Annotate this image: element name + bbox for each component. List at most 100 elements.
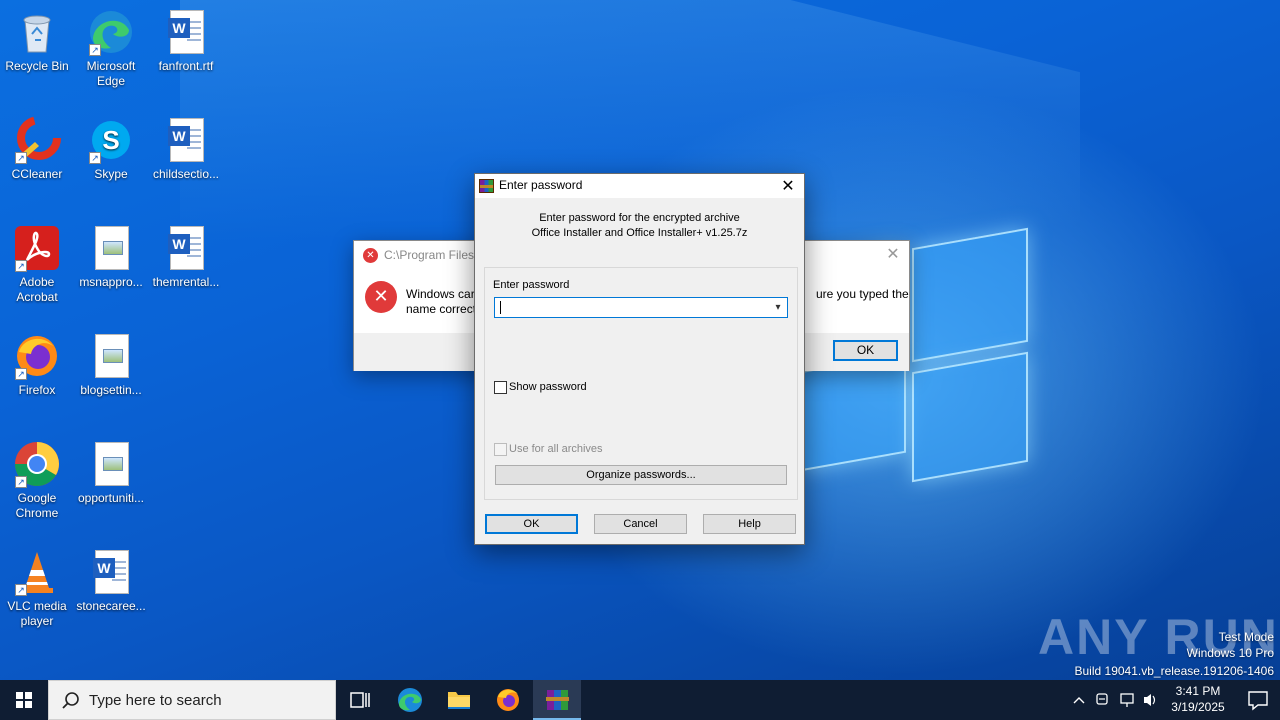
password-help-button[interactable]: Help <box>703 514 796 534</box>
taskbar-file-explorer[interactable] <box>435 680 483 720</box>
ccleaner-icon: ↗ <box>13 116 61 164</box>
desktop-icon-childsection[interactable]: W childsectio... <box>148 116 224 182</box>
image-file-icon <box>87 440 135 488</box>
desktop-icon-ccleaner[interactable]: ↗ CCleaner <box>0 116 75 182</box>
stonecareer-label: stonecaree... <box>76 599 146 613</box>
word-document-icon: W <box>87 548 135 596</box>
desktop-icon-blogsetting[interactable]: blogsettin... <box>73 332 149 398</box>
clock-date: 3/19/2025 <box>1171 700 1225 714</box>
archive-info: Enter password for the encrypted archive… <box>475 211 804 241</box>
chevron-up-icon[interactable] <box>1073 697 1085 704</box>
password-input[interactable]: ▾ <box>494 297 788 318</box>
error-message-right: ure you typed the <box>816 287 909 301</box>
network-icon[interactable] <box>1120 693 1134 707</box>
vlc-label: VLC media player <box>7 599 67 628</box>
clock-time: 3:41 PM <box>1175 684 1221 698</box>
taskbar-clock[interactable]: 3:41 PM 3/19/2025 <box>1160 683 1236 715</box>
error-dialog-close-icon[interactable]: ✕ <box>885 245 901 263</box>
archive-info-line1: Enter password for the encrypted archive <box>539 212 740 224</box>
password-dialog-titlebar[interactable]: Enter password ✕ <box>475 174 804 198</box>
build-text: Build 19041.vb_release.191206-1406 <box>1074 664 1275 678</box>
error-large-icon: ✕ <box>365 281 397 313</box>
start-button[interactable] <box>0 680 48 720</box>
winrar-icon <box>546 690 569 710</box>
word-document-icon: W <box>162 8 210 56</box>
google-chrome-label: Google Chrome <box>15 491 59 520</box>
desktop-icon-skype[interactable]: S ↗ Skype <box>73 116 149 182</box>
error-dialog-title: C:\Program Files <box>384 248 475 262</box>
chevron-down-icon[interactable]: ▾ <box>772 301 784 314</box>
skype-icon: S ↗ <box>87 116 135 164</box>
word-document-icon: W <box>162 224 210 272</box>
image-file-icon <box>87 224 135 272</box>
windows-edition-text: Windows 10 Pro <box>1186 646 1274 660</box>
password-dialog-close-icon[interactable]: ✕ <box>778 175 798 197</box>
opportunity-label: opportuniti... <box>77 491 145 505</box>
winrar-icon <box>479 179 494 193</box>
password-label: Enter password <box>493 279 570 291</box>
system-tray <box>1066 680 1160 720</box>
error-ok-button[interactable]: OK <box>833 340 898 361</box>
desktop-icon-recycle-bin[interactable]: Recycle Bin <box>0 8 75 74</box>
search-icon <box>62 692 79 709</box>
svg-text:S: S <box>102 125 119 155</box>
desktop-icon-google-chrome[interactable]: ↗ Google Chrome <box>0 440 75 521</box>
msnapp-label: msnappro... <box>79 275 143 289</box>
task-view-icon <box>350 692 370 708</box>
desktop-icon-edge[interactable]: ↗ Microsoft Edge <box>73 8 149 89</box>
taskbar: Type here to search 3:41 PM 3/19/2025 <box>0 680 1280 720</box>
password-cancel-button[interactable]: Cancel <box>594 514 687 534</box>
desktop: Recycle Bin ↗ CCleaner ↗ Adobe Acrobat ↗… <box>0 0 1280 680</box>
fanfront-label: fanfront.rtf <box>158 59 214 73</box>
desktop-icon-themrental[interactable]: W themrental... <box>148 224 224 290</box>
search-placeholder: Type here to search <box>89 692 222 709</box>
error-message-line2: name correct <box>406 302 477 316</box>
recycle-bin-icon <box>13 8 61 56</box>
ccleaner-label: CCleaner <box>11 167 63 181</box>
taskbar-firefox[interactable] <box>484 680 532 720</box>
organize-passwords-button[interactable]: Organize passwords... <box>495 465 787 485</box>
edge-label: Microsoft Edge <box>86 59 136 88</box>
meet-now-icon[interactable] <box>1096 693 1108 705</box>
desktop-icon-stonecareer[interactable]: W stonecaree... <box>73 548 149 614</box>
password-group: Enter password ▾ Show password Use for a… <box>484 267 798 500</box>
microsoft-edge-icon <box>398 688 422 712</box>
action-center-button[interactable] <box>1236 680 1280 720</box>
recycle-bin-label: Recycle Bin <box>5 59 69 73</box>
google-chrome-icon: ↗ <box>13 440 61 488</box>
blogsetting-label: blogsettin... <box>80 383 142 397</box>
firefox-icon <box>497 689 519 711</box>
use-for-all-archives-checkbox[interactable] <box>494 443 507 456</box>
adobe-acrobat-icon: ↗ <box>13 224 61 272</box>
word-document-icon: W <box>162 116 210 164</box>
desktop-icon-opportunity[interactable]: opportuniti... <box>73 440 149 506</box>
desktop-icon-fanfront[interactable]: W fanfront.rtf <box>148 8 224 74</box>
taskbar-winrar[interactable] <box>533 680 581 720</box>
childsection-label: childsectio... <box>152 167 220 181</box>
image-file-icon <box>87 332 135 380</box>
task-view-button[interactable] <box>336 680 384 720</box>
taskbar-search-box[interactable]: Type here to search <box>48 680 336 720</box>
text-caret <box>500 301 501 314</box>
taskbar-edge[interactable] <box>386 680 434 720</box>
show-password-label[interactable]: Show password <box>509 381 587 393</box>
show-password-checkbox[interactable] <box>494 381 507 394</box>
test-mode-text: Test Mode <box>1218 630 1274 644</box>
enter-password-dialog: Enter password ✕ Enter password for the … <box>474 173 805 545</box>
firefox-label: Firefox <box>18 383 56 397</box>
desktop-icon-vlc[interactable]: ↗ VLC media player <box>0 548 75 629</box>
password-ok-button[interactable]: OK <box>485 514 578 534</box>
folder-icon <box>448 692 470 709</box>
vlc-cone-icon: ↗ <box>13 548 61 596</box>
desktop-icon-firefox[interactable]: ↗ Firefox <box>0 332 75 398</box>
archive-info-line2: Office Installer and Office Installer+ v… <box>531 227 748 239</box>
use-for-all-archives-label[interactable]: Use for all archives <box>509 443 603 455</box>
skype-label: Skype <box>94 167 128 181</box>
notification-icon <box>1248 691 1268 711</box>
password-dialog-title: Enter password <box>499 178 583 192</box>
error-message-line1: Windows car <box>406 287 475 301</box>
desktop-icon-msnapp[interactable]: msnappro... <box>73 224 149 290</box>
firefox-icon: ↗ <box>13 332 61 380</box>
volume-icon[interactable] <box>1144 694 1156 706</box>
desktop-icon-adobe-acrobat[interactable]: ↗ Adobe Acrobat <box>0 224 75 305</box>
